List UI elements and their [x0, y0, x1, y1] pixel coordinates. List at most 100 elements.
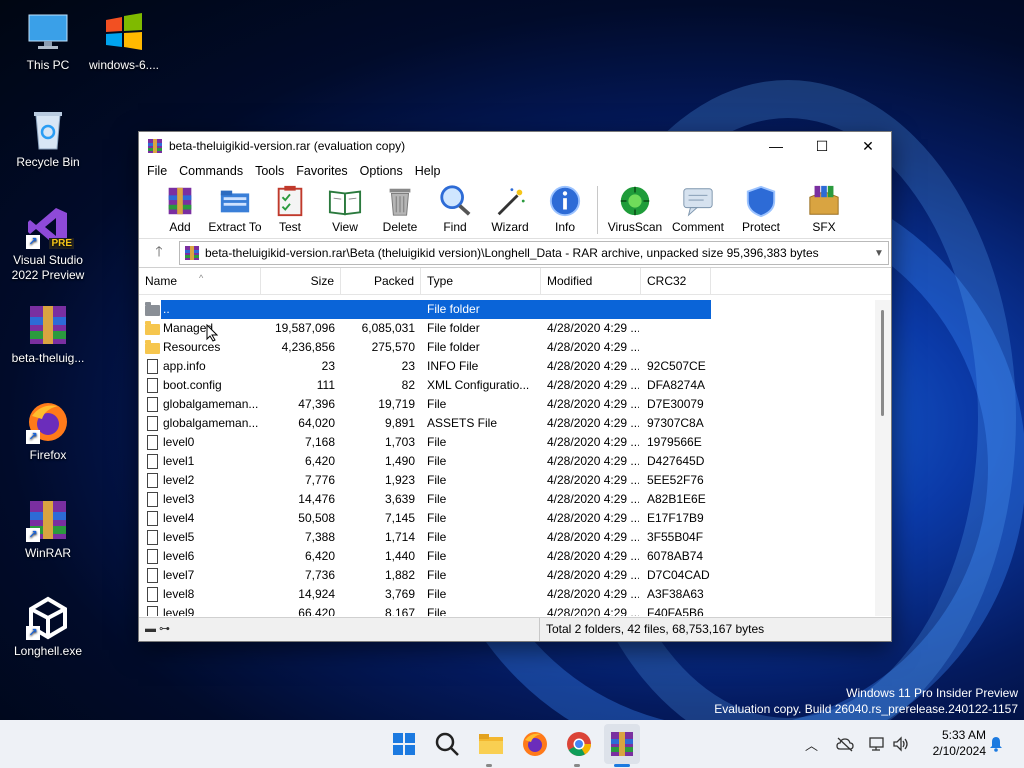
- desktop-icon-windows-logo[interactable]: windows-6....: [86, 10, 162, 73]
- desktop-icon-unity[interactable]: ↗ Longhell.exe: [10, 596, 86, 659]
- vertical-scrollbar[interactable]: [875, 300, 891, 616]
- file-row[interactable]: level6 6,420 1,440 File 4/28/2020 4:29 ... 60…: [139, 547, 875, 566]
- file-row[interactable]: boot.config 111 82 XML Configuratio... 4/28/…: [139, 376, 875, 395]
- cell-modified: 4/28/2020 4:29 ...: [547, 378, 639, 392]
- cell-size: 6,420: [304, 549, 335, 563]
- toolbar-wizard-button[interactable]: Wizard: [483, 182, 537, 234]
- file-row[interactable]: level5 7,388 1,714 File 4/28/2020 4:29 ... 3F…: [139, 528, 875, 547]
- folder-row[interactable]: .. File folder: [139, 300, 875, 319]
- minimize-button[interactable]: —: [753, 132, 799, 160]
- column-size[interactable]: Size: [261, 268, 341, 294]
- desktop-icon-label: Longhell.exe: [13, 644, 83, 658]
- clock[interactable]: 5:33 AM 2/10/2024: [933, 727, 986, 759]
- up-arrow-icon[interactable]: 🡑: [139, 241, 179, 265]
- search-icon[interactable]: [433, 730, 461, 758]
- toolbar-delete-button[interactable]: Delete: [373, 182, 427, 234]
- folder-row[interactable]: Resources 4,236,856 275,570 File folder 4/28…: [139, 338, 875, 357]
- toolbar-virusscan-button[interactable]: VirusScan: [604, 182, 666, 234]
- windows-logo-icon: [102, 10, 146, 54]
- toolbar-info-button[interactable]: Info: [538, 182, 592, 234]
- cloud-offline-icon[interactable]: [836, 736, 854, 752]
- toolbar-find-button[interactable]: Find: [428, 182, 482, 234]
- cell-crc: 97307C8A: [647, 416, 704, 430]
- sfx-box-icon: [806, 184, 842, 218]
- desktop-icon-winrar-archive[interactable]: beta-theluig...: [10, 303, 86, 366]
- cell-size: 111: [316, 378, 335, 392]
- file-row[interactable]: level1 6,420 1,490 File 4/28/2020 4:29 ... D4…: [139, 452, 875, 471]
- toolbar-sfx-button[interactable]: SFX: [793, 182, 855, 234]
- toolbar-protect-button[interactable]: Protect: [730, 182, 792, 234]
- cell-packed: 1,882: [384, 568, 415, 582]
- start-icon[interactable]: [390, 730, 418, 758]
- toolbar-view-button[interactable]: View: [318, 182, 372, 234]
- scrollbar-thumb[interactable]: [881, 310, 884, 416]
- desktop-icon-visual-studio[interactable]: PRE ↗ Visual Studio 2022 Preview: [10, 205, 86, 283]
- desktop-icon-firefox[interactable]: ↗ Firefox: [10, 400, 86, 463]
- folder-row[interactable]: Managed 19,587,096 6,085,031 File folder 4/2…: [139, 319, 875, 338]
- address-field[interactable]: beta-theluigikid-version.rar\Beta (thelu…: [179, 241, 889, 265]
- cell-name: ..: [163, 302, 170, 316]
- file-row[interactable]: level9 66,420 8,167 File 4/28/2020 4:29 ... F…: [139, 604, 875, 616]
- menu-tools[interactable]: Tools: [249, 164, 290, 178]
- title-bar[interactable]: beta-theluigikid-version.rar (evaluation…: [139, 132, 891, 160]
- maximize-button[interactable]: ☐: [799, 132, 845, 160]
- drive-status-icon[interactable]: ▬ ⊶: [145, 622, 170, 635]
- cell-crc: [647, 338, 711, 357]
- column-type[interactable]: Type: [421, 268, 541, 294]
- cell-packed: 1,703: [384, 435, 415, 449]
- desktop-icon-computer-monitor[interactable]: This PC: [10, 10, 86, 73]
- cell-name: level7: [163, 568, 195, 582]
- show-hidden-icons-chevron-up-icon[interactable]: ︿: [805, 720, 818, 768]
- file-icon: [147, 473, 158, 488]
- file-icon: [147, 568, 158, 583]
- active-indicator: [614, 764, 630, 767]
- file-row[interactable]: level2 7,776 1,923 File 4/28/2020 4:29 ... 5E…: [139, 471, 875, 490]
- file-row[interactable]: level0 7,168 1,703 File 4/28/2020 4:29 ... 19…: [139, 433, 875, 452]
- file-row[interactable]: level4 50,508 7,145 File 4/28/2020 4:29 ... E…: [139, 509, 875, 528]
- column-crc32[interactable]: CRC32: [641, 268, 711, 294]
- cell-type: File: [427, 511, 447, 525]
- firefox-icon[interactable]: [521, 730, 549, 758]
- winrar-icon[interactable]: [608, 730, 636, 758]
- notification-bell-icon[interactable]: [988, 736, 1004, 752]
- cell-type: File: [427, 606, 447, 616]
- desktop-icon-recycle-bin[interactable]: Recycle Bin: [10, 107, 86, 170]
- file-icon: [147, 511, 158, 526]
- menu-help[interactable]: Help: [409, 164, 447, 178]
- chrome-icon[interactable]: [565, 730, 593, 758]
- file-row[interactable]: level3 14,476 3,639 File 4/28/2020 4:29 ... A…: [139, 490, 875, 509]
- network-icon[interactable]: [868, 736, 886, 752]
- virus-scan-icon: [617, 184, 653, 218]
- volume-icon[interactable]: [892, 736, 910, 752]
- toolbar-test-button[interactable]: Test: [263, 182, 317, 234]
- cell-name: level9: [163, 606, 195, 616]
- menu-file[interactable]: File: [141, 164, 173, 178]
- menu-commands[interactable]: Commands: [173, 164, 249, 178]
- desktop-icon-winrar[interactable]: ↗ WinRAR: [10, 498, 86, 561]
- toolbar-extract-to-button[interactable]: Extract To: [208, 182, 262, 234]
- menu-options[interactable]: Options: [354, 164, 409, 178]
- folder-icon: [145, 340, 160, 354]
- file-row[interactable]: globalgameman... 47,396 19,719 File 4/28/202…: [139, 395, 875, 414]
- toolbar-comment-button[interactable]: Comment: [667, 182, 729, 234]
- file-row[interactable]: level8 14,924 3,769 File 4/28/2020 4:29 ... A…: [139, 585, 875, 604]
- cell-packed: 19,719: [378, 397, 415, 411]
- close-button[interactable]: ✕: [845, 132, 891, 160]
- cell-modified: 4/28/2020 4:29 ...: [547, 435, 639, 449]
- file-row[interactable]: app.info 23 23 INFO File 4/28/2020 4:29 ... 9…: [139, 357, 875, 376]
- column-packed[interactable]: Packed: [341, 268, 421, 294]
- cell-modified: 4/28/2020 4:29 ...: [547, 606, 639, 616]
- cell-type: INFO File: [427, 359, 479, 373]
- cell-size: 47,396: [298, 397, 335, 411]
- column-modified[interactable]: Modified: [541, 268, 641, 294]
- toolbar-add-button[interactable]: Add: [153, 182, 207, 234]
- file-row[interactable]: level7 7,736 1,882 File 4/28/2020 4:29 ... D7…: [139, 566, 875, 585]
- file-explorer-icon[interactable]: [477, 730, 505, 758]
- cell-crc: 92C507CE: [647, 359, 706, 373]
- menu-favorites[interactable]: Favorites: [290, 164, 353, 178]
- file-row[interactable]: globalgameman... 64,020 9,891 ASSETS File 4/…: [139, 414, 875, 433]
- chevron-down-icon[interactable]: ▼: [870, 248, 888, 259]
- toolbar-button-label: Extract To: [208, 220, 262, 234]
- window-title: beta-theluigikid-version.rar (evaluation…: [169, 139, 406, 153]
- winrar-archive-icon: [26, 303, 70, 347]
